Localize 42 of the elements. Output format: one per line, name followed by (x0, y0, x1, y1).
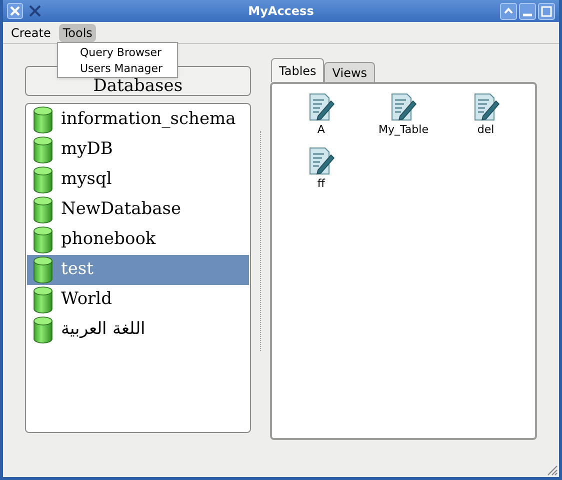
close-icon[interactable] (7, 3, 23, 19)
database-name: اللغة العربية (61, 318, 146, 342)
shade-icon[interactable] (500, 2, 517, 20)
database-icon (33, 196, 53, 224)
tab[interactable]: Views (324, 62, 376, 82)
database-name: phonebook (61, 228, 156, 252)
table-name: A (317, 122, 325, 138)
window-title: MyAccess (247, 3, 315, 20)
database-icon (33, 226, 53, 254)
database-item[interactable]: اللغة العربية (27, 315, 249, 345)
document-pencil-icon (307, 92, 336, 122)
menu-item[interactable]: Tools (58, 24, 96, 42)
database-icon (33, 316, 53, 344)
resize-grip-icon[interactable] (546, 464, 558, 476)
database-name: myDB (61, 138, 113, 162)
document-pencil-icon (307, 146, 336, 176)
database-icon (33, 136, 53, 164)
database-icon (33, 106, 53, 134)
table-name: My_Table (378, 122, 428, 138)
document-pencil-icon (472, 92, 500, 122)
database-name: World (61, 288, 112, 312)
database-name: NewDatabase (61, 198, 182, 222)
database-name: information_schema (61, 108, 236, 132)
database-item[interactable]: mysql (27, 165, 249, 195)
database-icon (33, 256, 53, 284)
minimize-icon[interactable] (519, 2, 536, 20)
menu-entry[interactable]: Query Browser (58, 44, 177, 60)
database-item[interactable]: NewDatabase (27, 195, 249, 225)
database-icon (33, 286, 53, 314)
document-pencil-icon (389, 92, 418, 122)
tab[interactable]: Tables (271, 58, 324, 82)
database-name: mysql (61, 168, 112, 192)
menu-item[interactable]: Create (7, 24, 55, 42)
database-item[interactable]: phonebook (27, 225, 249, 255)
maximize-icon[interactable] (538, 2, 555, 20)
table-name: ff (317, 176, 325, 192)
database-item[interactable]: World (27, 285, 249, 315)
database-item[interactable]: information_schema (27, 105, 249, 135)
database-item[interactable]: myDB (27, 135, 249, 165)
database-name: test (61, 258, 94, 282)
database-icon (33, 166, 53, 194)
table-name: del (477, 122, 494, 138)
